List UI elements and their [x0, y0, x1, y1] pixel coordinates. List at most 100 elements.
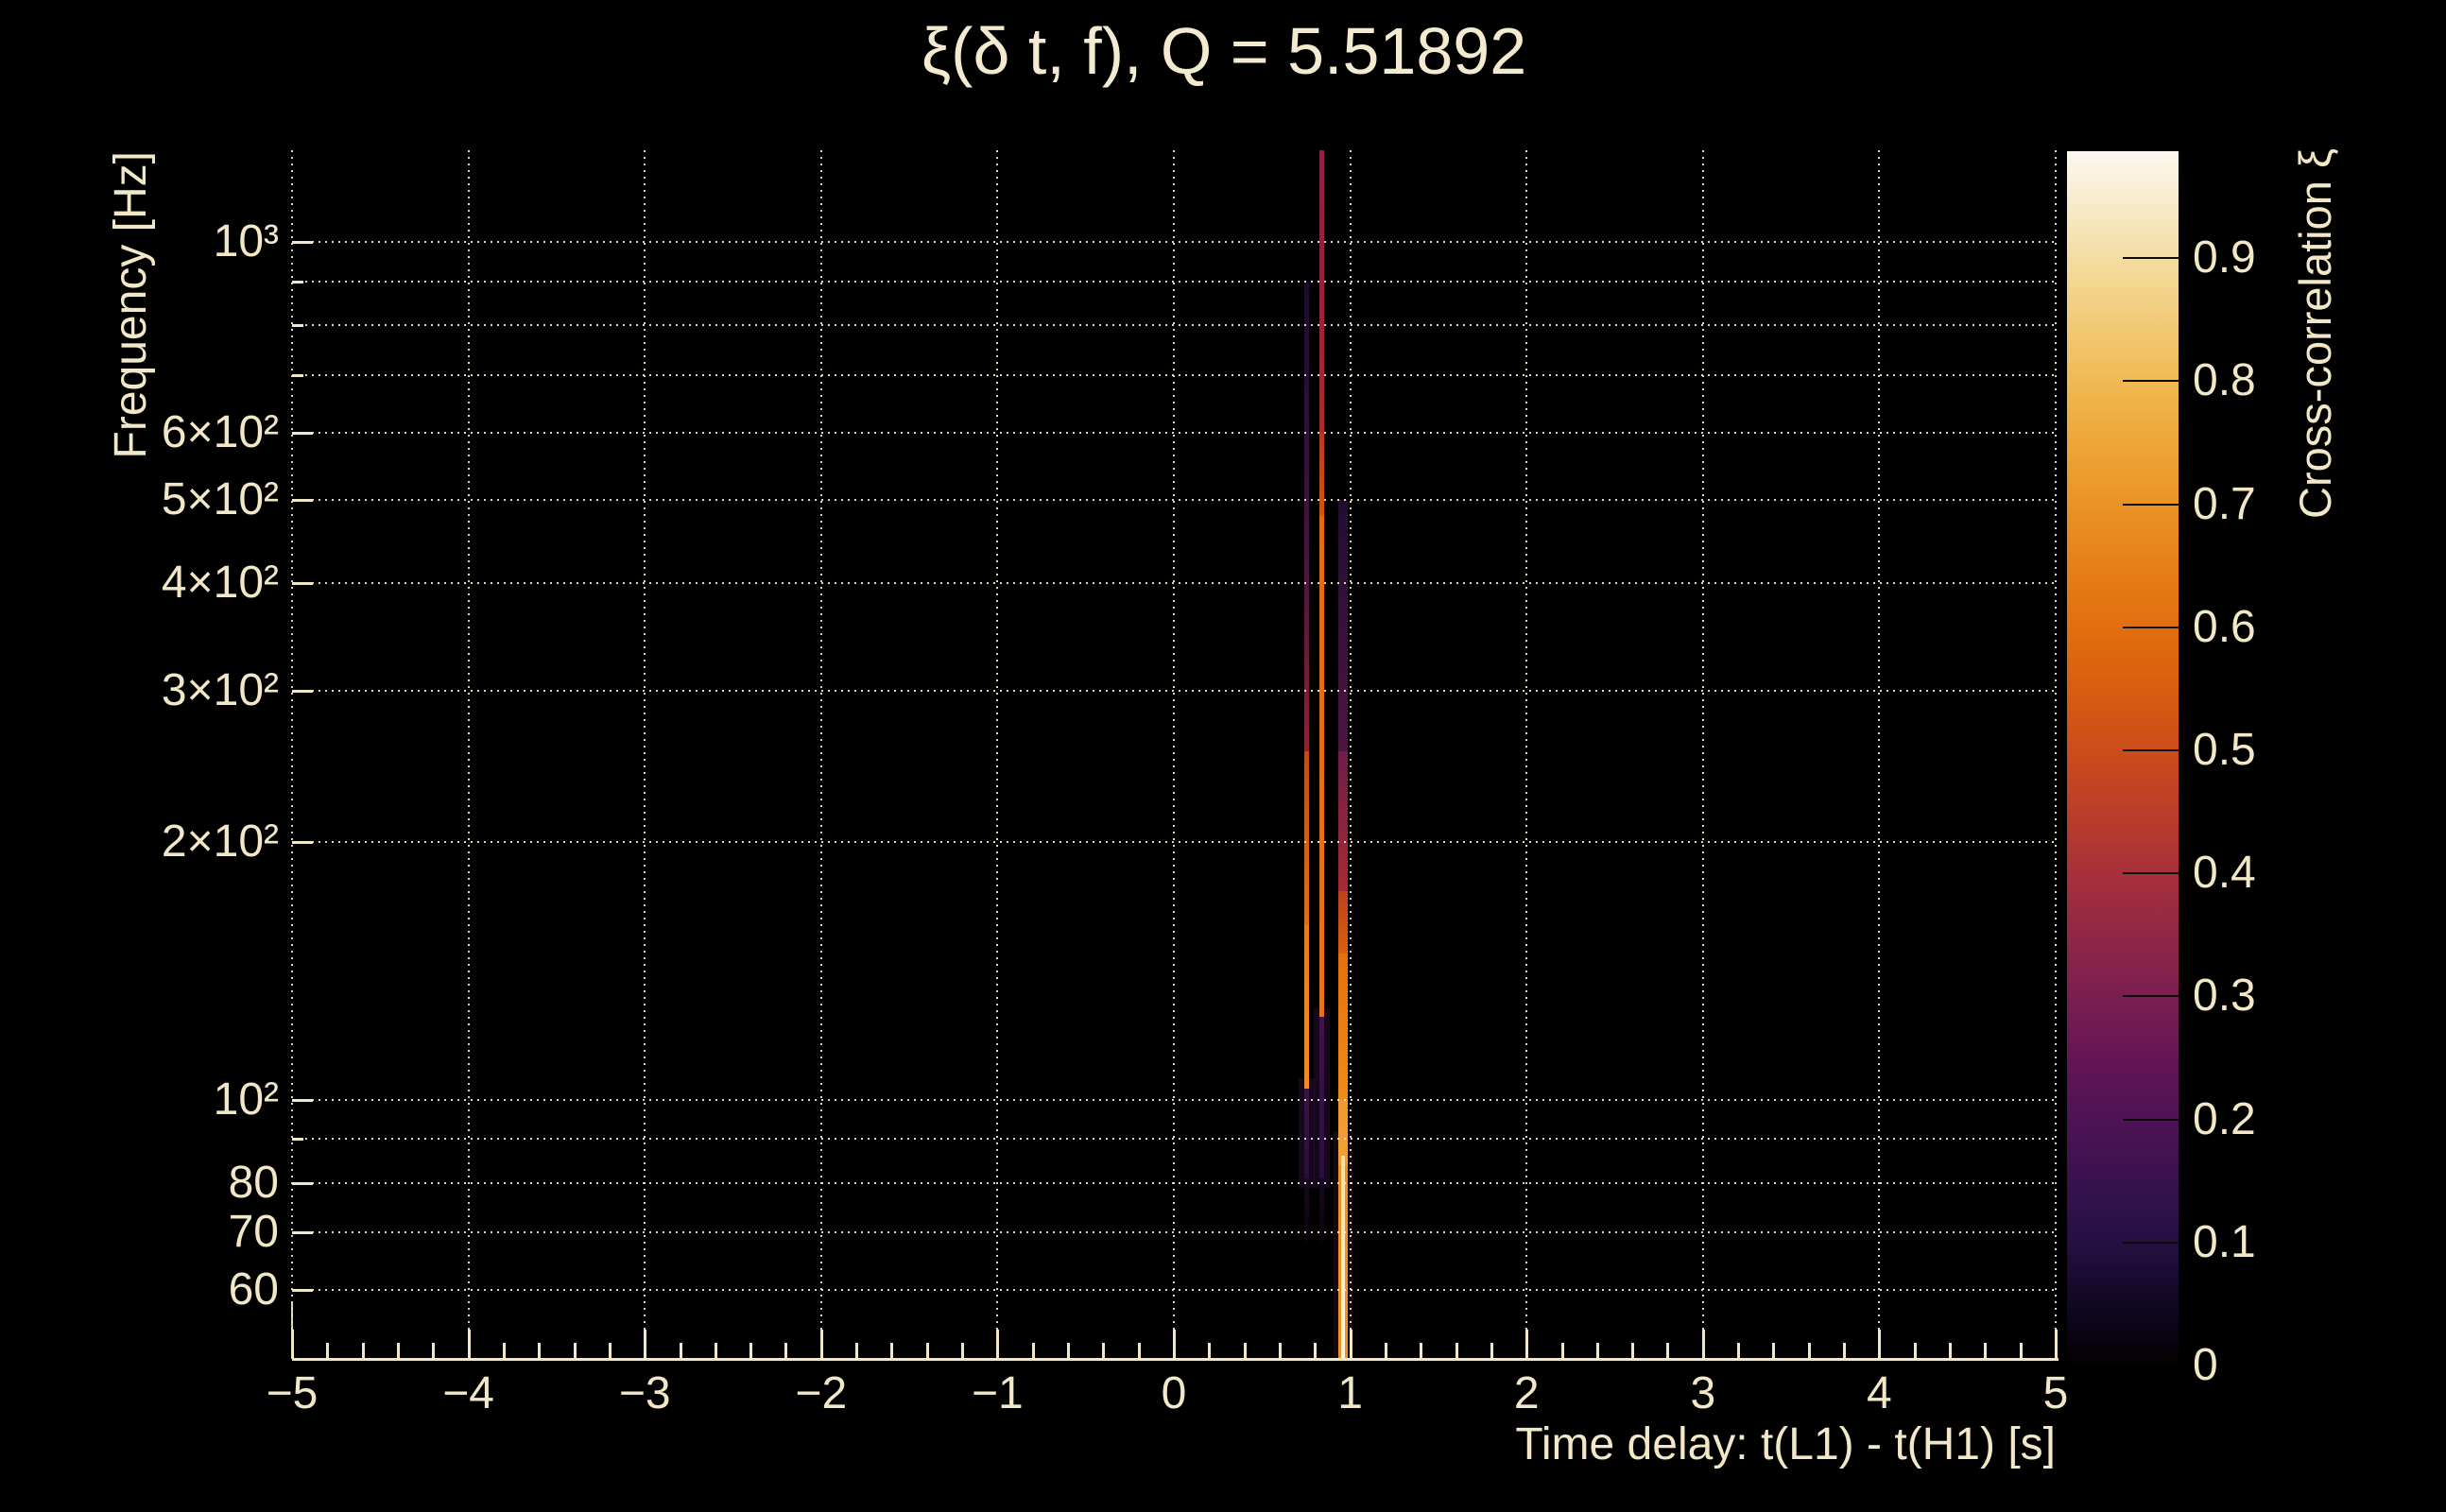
x-minor-tick-mark: [1278, 1343, 1282, 1358]
colorbar-tick-label: 0.5: [2193, 725, 2256, 776]
x-minor-tick-mark: [925, 1343, 929, 1358]
colorbar-tick-mark: [2123, 257, 2179, 260]
x-minor-tick-mark: [1137, 1343, 1141, 1358]
streak-t0.96: [1337, 500, 1348, 751]
y-tick-label: 6×10²: [161, 406, 279, 457]
y-tick-label: 60: [228, 1264, 279, 1315]
streak-t0.84: [1319, 1016, 1325, 1178]
streak-t0.84: [1319, 1177, 1325, 1244]
y-tick-mark: [292, 1289, 313, 1293]
streak-t0.96: [1337, 891, 1348, 954]
streak-t0.96: [1337, 954, 1348, 1100]
colorbar-tick-label: 0.9: [2193, 232, 2256, 284]
y-axis-line: [291, 1302, 293, 1359]
y-tick-label: 4×10²: [161, 558, 279, 609]
x-tick-mark: [1349, 1330, 1352, 1358]
x-minor-tick-mark: [608, 1343, 612, 1358]
y-tick-mark: [292, 1098, 313, 1102]
y-tick-label: 80: [228, 1157, 279, 1208]
x-minor-tick-mark: [502, 1343, 506, 1358]
y-tick-mark: [292, 1138, 303, 1142]
streak-t0.76: [1304, 750, 1310, 925]
streak-t0.84: [1319, 515, 1325, 1017]
x-minor-tick-mark: [396, 1343, 400, 1358]
x-minor-tick-mark: [1560, 1343, 1564, 1358]
x-minor-tick-mark: [1208, 1343, 1212, 1358]
x-gridline: [1173, 150, 1175, 1358]
x-minor-tick-mark: [1455, 1343, 1458, 1358]
colorbar-tick-mark: [2123, 380, 2179, 383]
colorbar-tick-label: 0.3: [2193, 971, 2256, 1022]
x-gridline: [1701, 150, 1704, 1358]
x-gridline: [1878, 150, 1881, 1358]
x-minor-tick-mark: [1984, 1343, 1988, 1358]
x-tick-label: −3: [618, 1368, 671, 1418]
x-tick-label: 4: [1867, 1368, 1892, 1418]
x-gridline: [467, 150, 470, 1358]
colorbar-tick-mark: [2123, 1118, 2179, 1121]
colorbar-tick-mark: [2123, 503, 2179, 506]
y-tick-label: 70: [228, 1207, 279, 1258]
colorbar-tick-label: 0.8: [2193, 355, 2256, 406]
streak-t0.84: [1319, 150, 1325, 262]
streak-t0.76: [1304, 574, 1310, 751]
x-tick-mark: [996, 1330, 1000, 1358]
x-tick-label: 1: [1337, 1368, 1363, 1418]
colorbar-tick-label: 0.2: [2193, 1093, 2256, 1144]
x-gridline: [819, 150, 822, 1358]
x-minor-tick-mark: [1420, 1343, 1423, 1358]
y-tick-mark: [292, 324, 303, 328]
streak-t0.84: [1319, 432, 1325, 516]
x-minor-tick-mark: [1843, 1343, 1847, 1358]
x-gridline: [1525, 150, 1528, 1358]
x-gridline: [644, 150, 646, 1358]
x-tick-label: −5: [266, 1368, 319, 1418]
x-axis-line: [292, 1358, 2058, 1361]
colorbar-tick-label: 0: [2193, 1340, 2218, 1390]
y-tick-mark: [292, 241, 313, 245]
y-tick-label: 10³: [213, 216, 279, 267]
x-axis-title: Time delay: t(L1) - t(H1) [s]: [1515, 1419, 2056, 1469]
figure-root: ξ(δ t, f), Q = 5.51892 Frequency [Hz] Ti…: [0, 0, 2446, 1512]
x-minor-tick-mark: [1102, 1343, 1106, 1358]
x-minor-tick-mark: [784, 1343, 788, 1358]
streak-t0.76: [1304, 432, 1310, 575]
x-minor-tick-mark: [714, 1343, 717, 1358]
colorbar-tick-label: 0.1: [2193, 1216, 2256, 1267]
x-tick-label: −1: [972, 1368, 1024, 1418]
x-tick-label: −2: [795, 1368, 848, 1418]
colorbar-tick-label: 0.4: [2193, 848, 2256, 899]
x-minor-tick-mark: [1595, 1343, 1599, 1358]
x-minor-tick-mark: [1243, 1343, 1247, 1358]
x-tick-mark: [1701, 1330, 1705, 1358]
colorbar-tick-mark: [2123, 749, 2179, 752]
x-minor-tick-mark: [1737, 1343, 1741, 1358]
x-minor-tick-mark: [749, 1343, 753, 1358]
colorbar-tick-label: 0.6: [2193, 601, 2256, 652]
x-tick-label: 3: [1690, 1368, 1716, 1418]
x-minor-tick-mark: [1384, 1343, 1387, 1358]
y-tick-label: 5×10²: [161, 474, 279, 525]
x-tick-mark: [644, 1330, 647, 1358]
x-tick-label: 5: [2042, 1368, 2069, 1418]
streak-t0.76: [1304, 1089, 1310, 1178]
y-axis-title: Frequency [Hz]: [106, 151, 156, 459]
y-tick-mark: [292, 280, 303, 284]
streak-t0.76: [1304, 281, 1310, 433]
x-tick-mark: [2055, 1330, 2058, 1358]
colorbar-tick-label: 0.7: [2193, 478, 2256, 529]
y-tick-mark: [292, 373, 303, 377]
x-tick-mark: [1525, 1330, 1529, 1358]
y-tick-mark: [292, 1231, 313, 1235]
x-minor-tick-mark: [538, 1343, 542, 1358]
x-minor-tick-mark: [855, 1343, 859, 1358]
x-minor-tick-mark: [1666, 1343, 1670, 1358]
y-tick-mark: [292, 840, 313, 844]
x-minor-tick-mark: [1490, 1343, 1493, 1358]
x-minor-tick-mark: [1913, 1343, 1917, 1358]
x-tick-mark: [1173, 1330, 1176, 1358]
x-minor-tick-mark: [1772, 1343, 1776, 1358]
colorbar: [2067, 151, 2179, 1366]
y-tick-mark: [292, 431, 313, 435]
x-minor-tick-mark: [1807, 1343, 1811, 1358]
